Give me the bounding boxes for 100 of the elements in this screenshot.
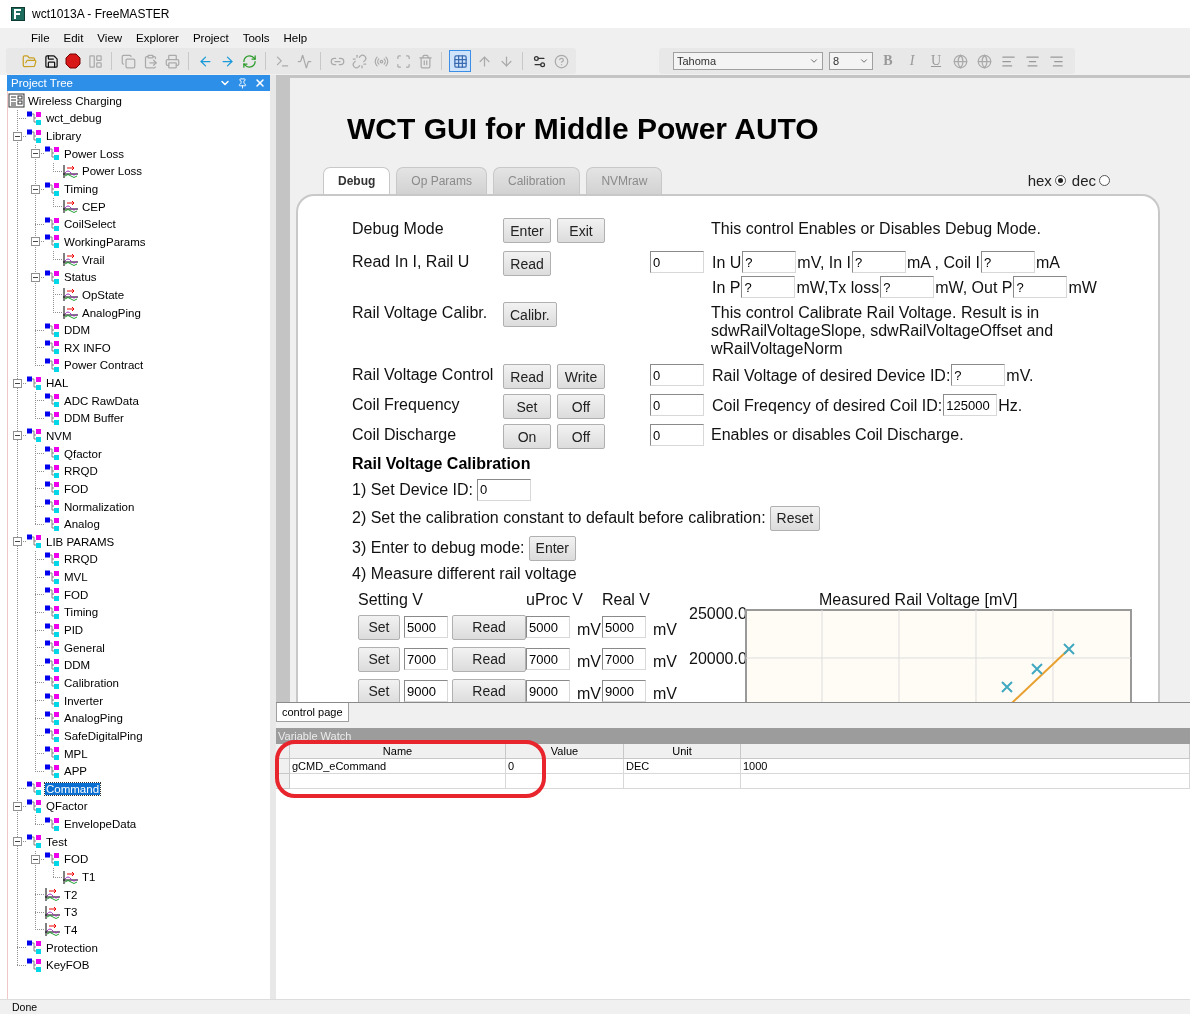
tree-item[interactable]: EnvelopeData <box>63 818 138 831</box>
menu-item[interactable]: Edit <box>56 31 91 44</box>
tree-item[interactable]: MPL <box>63 747 89 760</box>
trash-icon[interactable] <box>416 52 434 70</box>
tree-item[interactable]: QFactor <box>45 800 89 813</box>
value-field[interactable]: 5000 <box>526 616 570 638</box>
tree-item[interactable]: MVL <box>63 571 89 584</box>
action-button[interactable]: Read <box>452 614 526 640</box>
collapse-toggle[interactable] <box>30 854 40 864</box>
value-field[interactable]: 9000 <box>526 680 570 702</box>
font-dropdown[interactable]: Tahoma <box>673 52 823 70</box>
action-button[interactable]: Set <box>358 614 400 640</box>
tree-item[interactable]: T3 <box>63 906 79 919</box>
pin-icon[interactable] <box>237 77 248 89</box>
tab[interactable]: control page <box>276 703 349 722</box>
value-field[interactable]: 9000 <box>404 680 448 702</box>
value-field[interactable]: ? <box>741 276 796 298</box>
action-button[interactable]: Set <box>358 678 400 702</box>
tree-item[interactable]: RX INFO <box>63 341 112 354</box>
action-button[interactable]: Set <box>503 394 551 419</box>
collapse-toggle[interactable] <box>12 131 22 141</box>
save-icon[interactable] <box>42 52 60 70</box>
stop-icon[interactable] <box>64 52 82 70</box>
unlink-icon[interactable] <box>350 52 368 70</box>
tree-item[interactable]: Inverter <box>63 694 104 707</box>
action-button[interactable]: Exit <box>557 218 605 243</box>
action-button[interactable]: Off <box>557 394 605 419</box>
tree-item[interactable]: PID <box>63 624 85 637</box>
collapse-toggle[interactable] <box>12 431 22 441</box>
tree-item[interactable]: NVM <box>45 430 73 442</box>
action-button[interactable]: Read <box>503 364 551 389</box>
copy-icon[interactable] <box>119 52 137 70</box>
tree-item[interactable]: FOD <box>63 588 90 601</box>
value-field[interactable]: ? <box>951 364 1006 386</box>
action-button[interactable]: Read <box>452 646 526 672</box>
tree-item[interactable]: WorkingParams <box>63 235 147 248</box>
value-field[interactable]: 0 <box>650 251 704 273</box>
value-field[interactable]: 0 <box>650 364 704 386</box>
value-field[interactable]: 0 <box>476 478 531 501</box>
radio-option[interactable]: dec <box>1071 172 1110 189</box>
tree-item[interactable]: SafeDigitalPing <box>63 729 144 742</box>
collapse-toggle[interactable] <box>12 801 22 811</box>
tree-item[interactable]: Power Contract <box>63 359 145 372</box>
tree-item[interactable]: Status <box>63 271 98 284</box>
tree-item[interactable]: Normalization <box>63 500 136 513</box>
tree-item[interactable]: wct_debug <box>45 112 103 125</box>
grid-icon[interactable] <box>449 50 471 72</box>
value-field[interactable]: 7000 <box>602 648 646 670</box>
collapse-toggle[interactable] <box>30 149 40 159</box>
collapse-toggle[interactable] <box>30 272 40 282</box>
tree-item[interactable]: T2 <box>63 888 79 901</box>
tree-item[interactable]: Vrail <box>81 253 106 266</box>
tree-item[interactable]: AnalogPing <box>81 306 142 319</box>
signal-icon[interactable] <box>295 52 313 70</box>
tree-item[interactable]: DDM <box>63 324 92 337</box>
scan-icon[interactable] <box>394 52 412 70</box>
tree-item[interactable]: ADC RawData <box>63 394 140 407</box>
tree-item[interactable]: Timing <box>63 606 100 619</box>
collapse-toggle[interactable] <box>12 537 22 547</box>
value-field[interactable]: 7000 <box>526 648 570 670</box>
menu-item[interactable]: Tools <box>235 31 277 44</box>
globe-icon[interactable] <box>951 52 969 70</box>
action-button[interactable]: Set <box>358 646 400 672</box>
tree-item[interactable]: T1 <box>81 871 97 883</box>
tree-item[interactable]: Library <box>45 130 83 143</box>
value-field[interactable]: 0 <box>650 424 704 446</box>
tree-item[interactable]: General <box>63 641 106 654</box>
menu-item[interactable]: Explorer <box>129 31 186 44</box>
value-field[interactable]: 125000 <box>943 394 998 416</box>
action-button[interactable]: Enter <box>528 535 577 561</box>
tree-item[interactable]: DDM <box>63 659 92 672</box>
value-field[interactable]: 9000 <box>602 680 646 702</box>
collapse-toggle[interactable] <box>30 184 40 194</box>
menu-item[interactable]: File <box>24 31 57 44</box>
tree-item[interactable]: T4 <box>63 923 79 936</box>
menu-item[interactable]: Help <box>276 31 315 44</box>
tree-item[interactable]: CEP <box>81 200 107 213</box>
refresh-icon[interactable] <box>240 52 258 70</box>
tree-item[interactable]: RRQD <box>63 553 99 566</box>
action-button[interactable]: Enter <box>503 218 551 243</box>
value-field[interactable]: 5000 <box>602 616 646 638</box>
tree-item[interactable]: Calibration <box>63 676 120 689</box>
tree-item[interactable]: Qfactor <box>63 447 103 460</box>
tree-item[interactable]: Timing <box>63 183 100 195</box>
tree-item[interactable]: DDM Buffer <box>63 412 125 425</box>
menu-item[interactable]: Project <box>185 31 236 44</box>
tree-item[interactable]: Wireless Charging <box>27 94 123 107</box>
action-button[interactable]: Reset <box>769 505 821 531</box>
font-size-dropdown[interactable]: 8 <box>829 52 873 70</box>
tree-item[interactable]: APP <box>63 765 88 778</box>
close-icon[interactable] <box>254 77 266 89</box>
value-field[interactable]: ? <box>852 251 906 273</box>
tree-item[interactable]: HAL <box>45 377 70 390</box>
radio-option[interactable]: hex <box>1027 172 1066 189</box>
tree-item[interactable]: AnalogPing <box>63 712 124 725</box>
collapse-toggle[interactable] <box>12 837 22 847</box>
value-field[interactable]: 5000 <box>404 616 448 638</box>
value-field[interactable]: ? <box>1013 276 1068 298</box>
value-field[interactable]: ? <box>980 251 1035 273</box>
tree-item[interactable]: KeyFOB <box>45 959 91 972</box>
